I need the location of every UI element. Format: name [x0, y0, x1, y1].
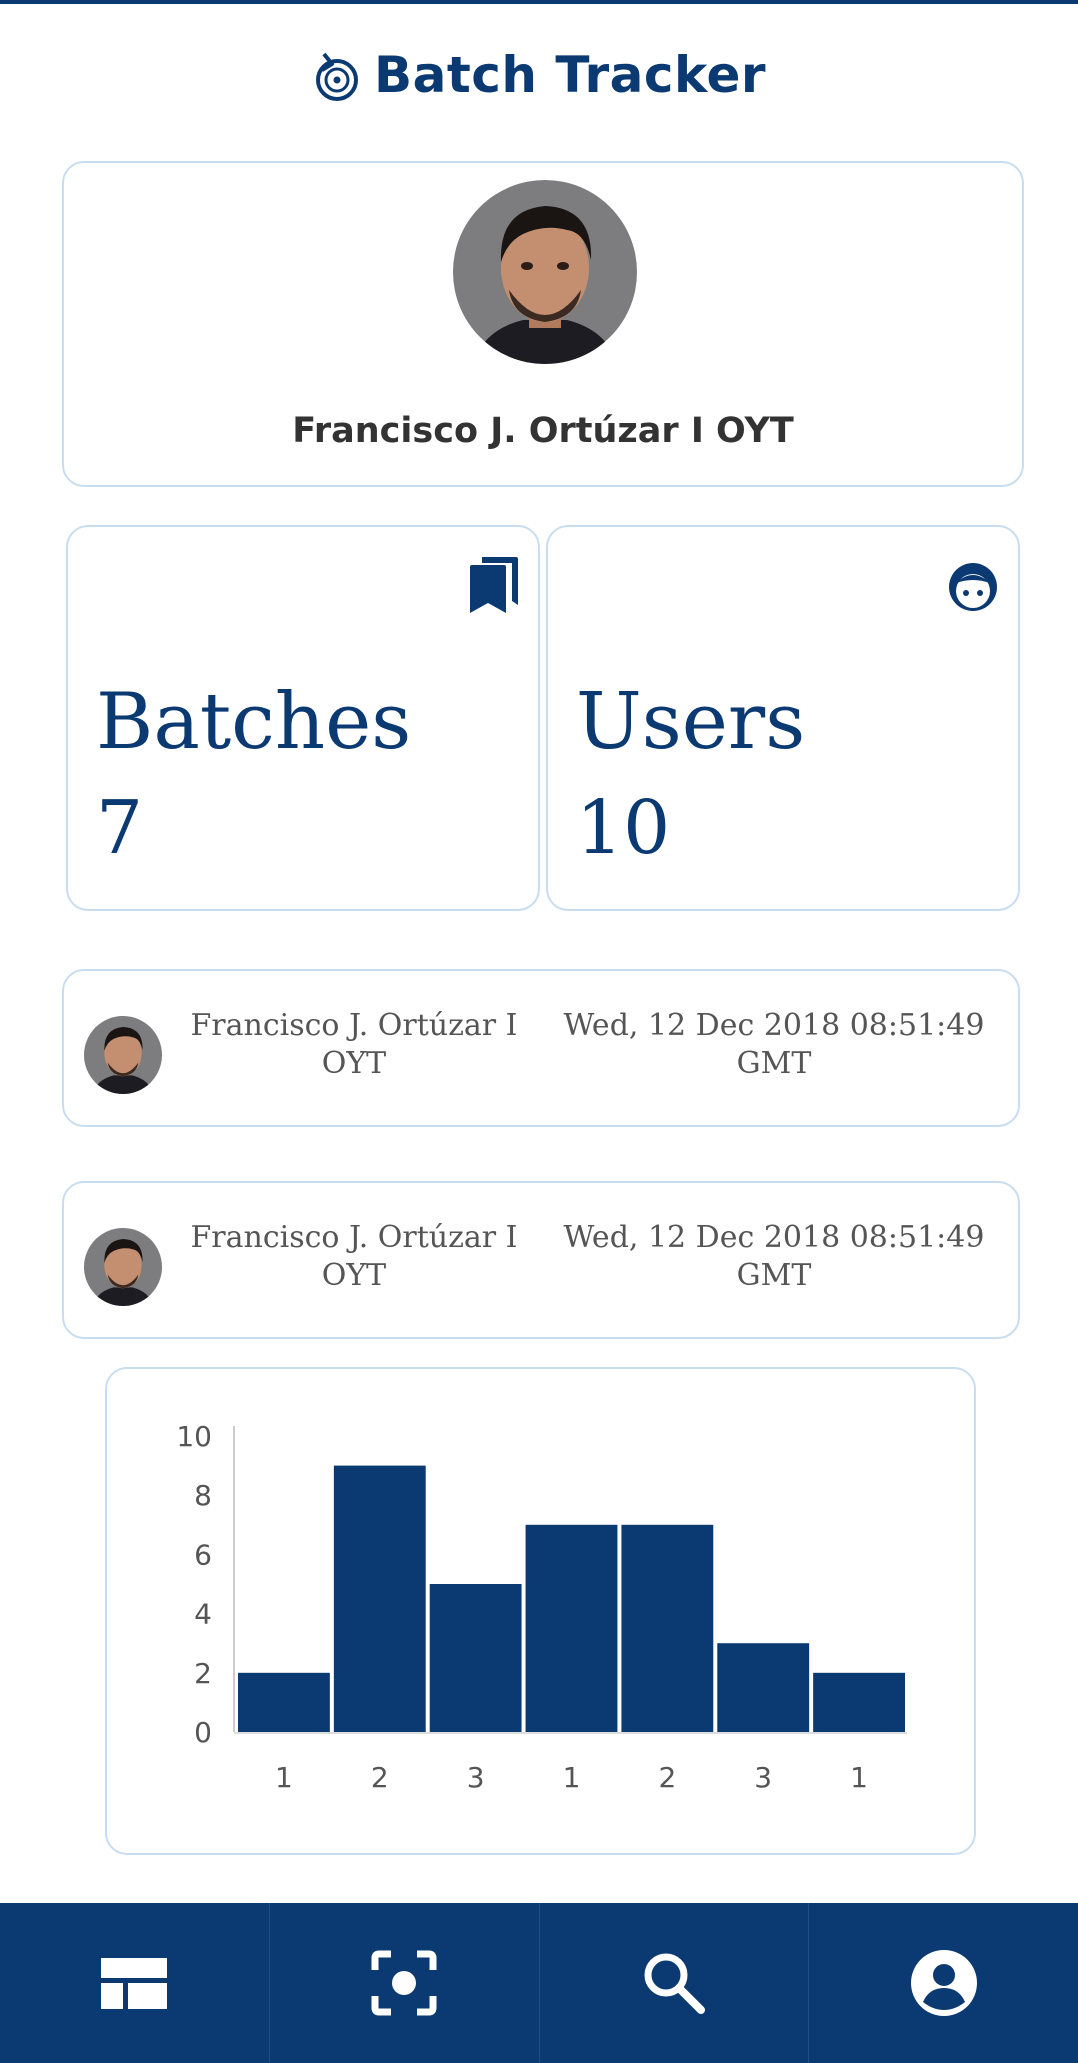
users-count: 10 [576, 785, 671, 871]
search-icon [644, 1953, 705, 2014]
bar-chart: 02468101 2 3 1 2 3 1 [176, 1420, 907, 1794]
chart-bar[interactable] [525, 1524, 618, 1732]
nav-dashboard[interactable] [0, 1903, 270, 2063]
chart-bar[interactable] [621, 1524, 714, 1732]
top-accent-line [0, 0, 1078, 4]
nav-account[interactable] [809, 1903, 1078, 2063]
chart-bar[interactable] [238, 1672, 330, 1732]
app-title: Batch Tracker [373, 46, 767, 104]
chart-bar[interactable] [813, 1672, 905, 1732]
x-tick-label: 1 [850, 1761, 868, 1794]
app-header: Batch Tracker [0, 40, 1078, 110]
x-tick-label: 2 [371, 1761, 389, 1794]
batches-stat-card[interactable]: Batches 7 [66, 525, 540, 911]
y-tick-label: 2 [194, 1657, 212, 1690]
nav-scan[interactable] [270, 1903, 540, 2063]
account-icon [910, 1950, 977, 2016]
users-label: Users [576, 677, 806, 767]
batch-tracker-logo-icon [315, 52, 358, 101]
profile-name: Francisco J. Ortúzar I OYT [292, 411, 794, 451]
activity-user-name: Francisco J. Ortúzar I OYT [190, 1008, 518, 1081]
bookmarks-icon [470, 557, 518, 613]
activity-date: Wed, 12 Dec 2018 08:51:49 GMT [563, 1220, 985, 1293]
activity-date: Wed, 12 Dec 2018 08:51:49 GMT [563, 1008, 985, 1081]
activity-item[interactable]: Francisco J. Ortúzar I OYT Wed, 12 Dec 2… [62, 1181, 1020, 1339]
dashboard-icon [101, 1958, 168, 2009]
y-tick-label: 4 [194, 1598, 212, 1631]
batches-label: Batches [96, 677, 412, 767]
profile-avatar [453, 180, 637, 364]
y-tick-label: 8 [194, 1479, 212, 1512]
y-tick-label: 6 [194, 1538, 212, 1571]
bottom-navigation [0, 1903, 1078, 2063]
chart-bar[interactable] [429, 1584, 522, 1732]
face-icon [949, 563, 997, 611]
activity-avatar [84, 1016, 162, 1094]
x-tick-label: 1 [563, 1761, 581, 1794]
profile-card[interactable]: Francisco J. Ortúzar I OYT [62, 161, 1024, 487]
batches-count: 7 [96, 785, 144, 871]
x-tick-label: 1 [275, 1761, 293, 1794]
chart-bar[interactable] [333, 1465, 426, 1732]
x-tick-label: 3 [754, 1761, 772, 1794]
y-tick-label: 10 [176, 1420, 212, 1453]
batches-chart-card: 0 2 4 6 8 10 1 2 3 1 2 3 1 [105, 1367, 976, 1855]
scan-icon [371, 1950, 437, 2016]
users-stat-card[interactable]: Users 10 [546, 525, 1020, 911]
activity-item[interactable]: Francisco J. Ortúzar I OYT Wed, 12 Dec 2… [62, 969, 1020, 1127]
activity-avatar [84, 1228, 162, 1306]
nav-search[interactable] [540, 1903, 810, 2063]
y-tick-label: 0 [194, 1716, 212, 1749]
x-tick-label: 3 [467, 1761, 485, 1794]
activity-user-name: Francisco J. Ortúzar I OYT [190, 1220, 518, 1293]
chart-bar[interactable] [717, 1643, 810, 1732]
x-tick-label: 2 [658, 1761, 676, 1794]
